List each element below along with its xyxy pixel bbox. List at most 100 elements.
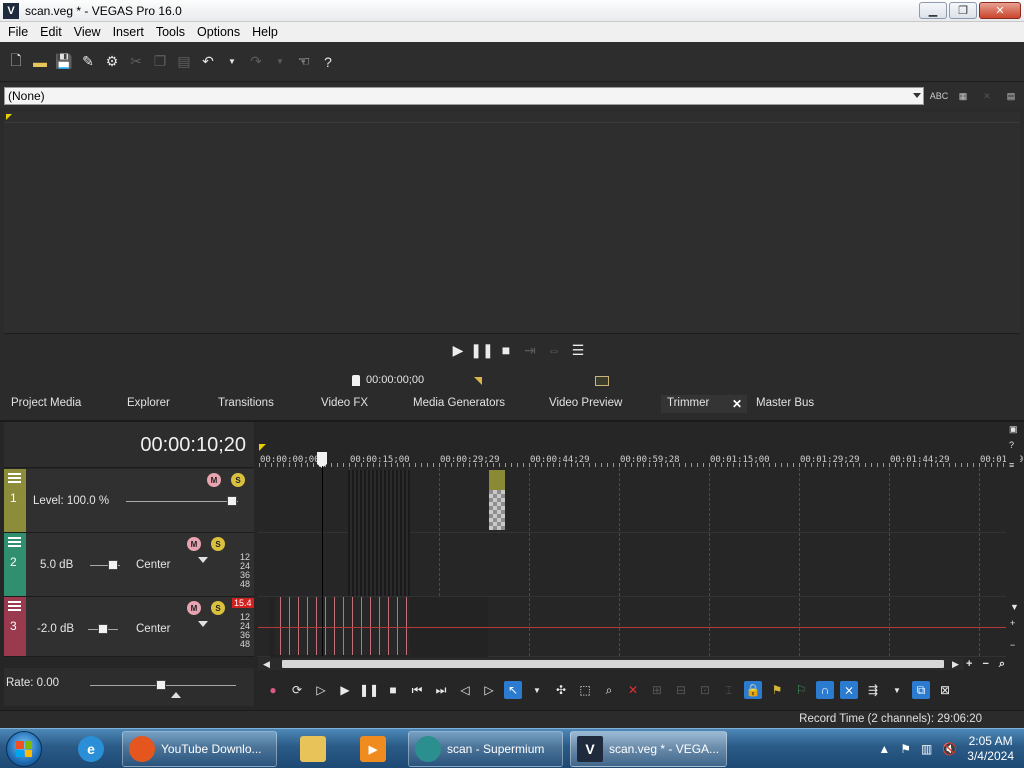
play-icon[interactable]: ▶ [336,681,354,699]
zoom-tool-icon[interactable]: ⌕ [600,681,618,699]
whats-this-icon[interactable]: ☜ [294,52,314,72]
hamburger-menu-icon[interactable] [8,473,21,483]
track-color-strip[interactable]: 3 [4,597,26,656]
minimize-button[interactable]: ▁ [919,2,947,19]
envelope-tool-icon[interactable]: ✣ [552,681,570,699]
scroll-down-icon[interactable]: ▼ [1010,602,1019,612]
redo-icon[interactable]: ↷ [246,52,266,72]
menu-view[interactable]: View [68,25,107,39]
previous-frame-icon[interactable]: ◁ [456,681,474,699]
play-icon[interactable]: ▶ [450,342,466,358]
save-preset-icon[interactable]: ▤ [1002,88,1020,104]
close-button[interactable]: ✕ [979,2,1021,19]
solo-button[interactable]: S [211,601,225,615]
ripple-dropdown-icon[interactable]: ▼ [888,681,906,699]
scroll-right-icon[interactable]: ▶ [952,659,959,670]
taskbar-item-vegas[interactable]: V scan.veg * - VEGA... [570,731,727,767]
edit-tool-dropdown-icon[interactable]: ▼ [528,681,546,699]
pan-dropdown-icon[interactable] [198,557,208,563]
tab-video-preview[interactable]: Video Preview [549,395,622,413]
frame-marker-icon[interactable] [595,376,609,386]
magnifier-icon[interactable]: ⌕ [999,658,1005,671]
go-to-start-icon[interactable]: ⏮ [408,681,426,699]
ripple-edit-icon[interactable]: ⇶ [864,681,882,699]
copy-icon[interactable]: ❐ [150,52,170,72]
timeline-horizontal-scrollbar[interactable]: ◀ ▶ [258,658,964,670]
track-header-audio-2[interactable]: 2 M S 5.0 dB Center 12 24 36 48 [4,533,254,597]
auto-crossfade-icon[interactable]: ⨯ [840,681,858,699]
tab-media-generators[interactable]: Media Generators [413,395,505,413]
close-tab-icon[interactable]: ✕ [731,398,743,410]
trim-end-icon[interactable]: ⊡ [696,681,714,699]
audio-event[interactable] [275,597,410,655]
zoom-in-icon[interactable]: + [966,658,972,671]
scrollbar-thumb[interactable] [282,660,944,668]
scroll-grip-icon[interactable]: ≡ [1009,460,1014,470]
loop-region-marker[interactable] [259,444,266,451]
loop-playback-icon[interactable]: ⟳ [288,681,306,699]
preview-preset-dropdown[interactable]: (None) [4,87,924,105]
zoom-out-icon[interactable]: − [982,658,988,671]
open-icon[interactable]: ▬ [30,52,50,72]
tab-explorer[interactable]: Explorer [127,395,170,413]
menu-insert[interactable]: Insert [107,25,150,39]
volume-envelope[interactable] [258,627,1006,628]
properties-icon[interactable]: ⚙ [102,52,122,72]
playhead-cursor-icon[interactable] [317,452,327,468]
group-icon[interactable]: ⧉ [912,681,930,699]
track-header-audio-3[interactable]: 3 M S -2.0 dB Center 15.4 12 24 36 48 [4,597,254,657]
save-icon[interactable]: 💾 [54,52,74,72]
trim-icon[interactable]: ⊞ [648,681,666,699]
peak-meter-value[interactable]: 15.4 [232,598,254,608]
tab-project-media[interactable]: Project Media [11,395,81,413]
zoom-out-vertical-icon[interactable]: − [1010,640,1015,650]
tab-transitions[interactable]: Transitions [218,395,274,413]
pin-icon[interactable]: ▣ [1009,424,1018,435]
volume-muted-icon[interactable]: 🔇 [942,742,957,756]
go-to-end-icon[interactable]: ⏭ [432,681,450,699]
solo-button[interactable]: S [211,537,225,551]
trimmer-panel[interactable] [4,112,1020,334]
paste-icon[interactable]: ▤ [174,52,194,72]
internet-explorer-pin[interactable]: e [68,731,114,767]
menu-tools[interactable]: Tools [150,25,191,39]
lock-icon[interactable]: 🔒 [744,681,762,699]
video-event[interactable] [348,470,410,596]
vegas-app-icon[interactable]: V [3,2,19,19]
next-frame-icon[interactable]: ▷ [480,681,498,699]
file-explorer-pin[interactable] [290,731,336,767]
track-header-video-1[interactable]: 1 M S Level: 100.0 % [4,469,254,533]
stop-icon[interactable]: ■ [384,681,402,699]
normal-edit-tool-icon[interactable]: ↖ [504,681,522,699]
timeline-vertical-scrollbar[interactable]: ▣ ? ≡ ▼ + − [1006,424,1020,660]
delete-preset-icon[interactable]: ✕ [978,88,996,104]
taskbar-item-supermium[interactable]: scan - Supermium [408,731,563,767]
taskbar-item-youtube-downloader[interactable]: YouTube Downlo... [122,731,277,767]
start-button[interactable] [6,731,42,767]
media-player-pin[interactable]: ▶ [350,731,396,767]
lock-envelopes-icon[interactable]: ⊠ [936,681,954,699]
mute-button[interactable]: M [207,473,221,487]
track-color-strip[interactable]: 1 [4,469,26,532]
show-hidden-icons-icon[interactable]: ▲ [878,742,890,756]
level-slider[interactable] [126,501,238,502]
undo-dropdown-icon[interactable]: ▼ [222,52,242,72]
pan-dropdown-icon[interactable] [198,621,208,627]
add-to-timeline-icon[interactable]: ⇥ [522,342,538,358]
pause-icon[interactable]: ❚❚ [470,342,493,358]
clock[interactable]: 2:05 AM 3/4/2024 [967,734,1014,764]
record-icon[interactable]: ● [264,681,282,699]
playhead-line[interactable] [322,466,323,656]
redo-dropdown-icon[interactable]: ▼ [270,52,290,72]
split-icon[interactable]: ⌶ [720,681,738,699]
level-slider-handle[interactable] [227,496,237,506]
in-point-marker[interactable] [6,114,12,120]
menu-help[interactable]: Help [246,25,284,39]
marker-icon[interactable]: ⚑ [768,681,786,699]
grid-icon[interactable]: ▦ [954,88,972,104]
trim-start-icon[interactable]: ⊟ [672,681,690,699]
tab-video-fx[interactable]: Video FX [321,395,368,413]
maximize-button[interactable]: ❐ [949,2,977,19]
mute-button[interactable]: M [187,537,201,551]
region-icon[interactable]: ⚐ [792,681,810,699]
